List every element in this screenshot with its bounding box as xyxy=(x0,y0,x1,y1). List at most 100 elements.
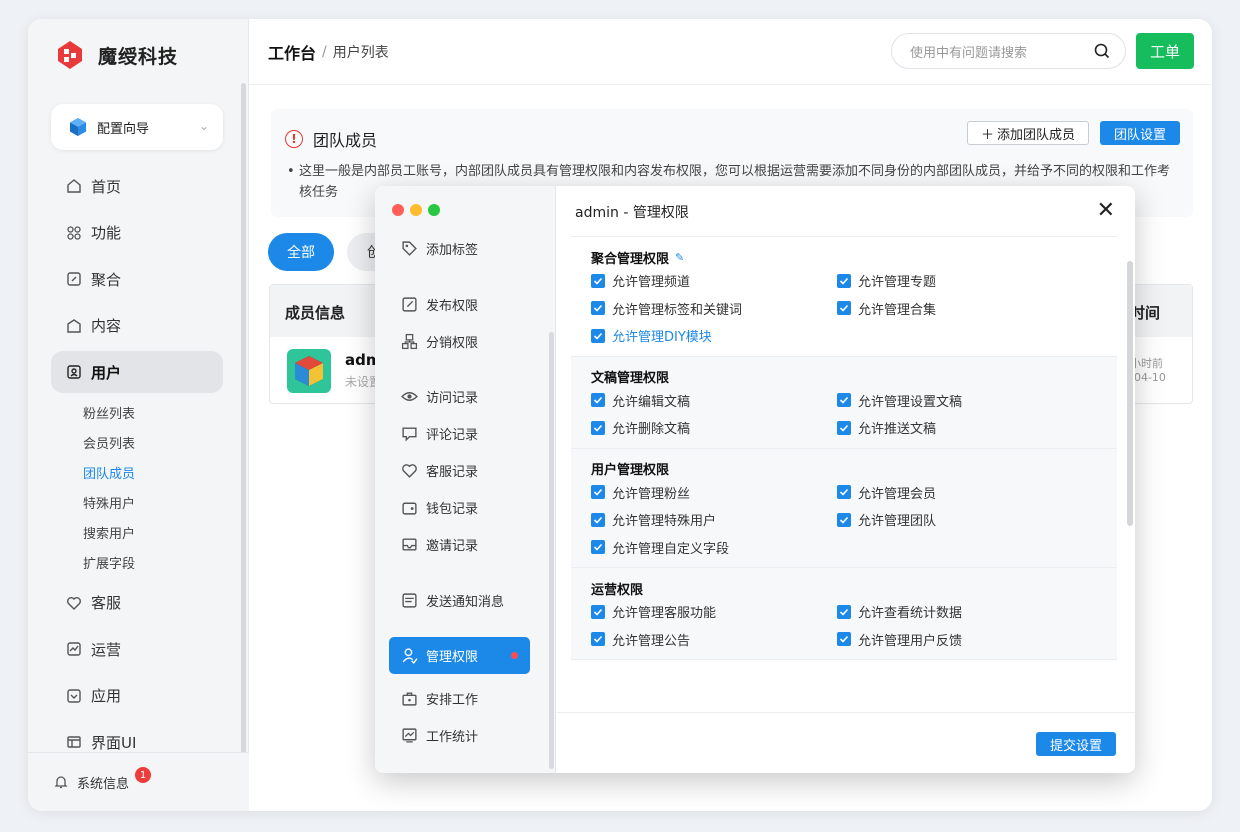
permission-checkbox[interactable]: 允许编辑文稿 xyxy=(591,387,837,415)
permission-grid: 允许编辑文稿 允许管理设置文稿 允许删除文稿 允许推送文稿 xyxy=(591,387,1117,448)
apps-icon xyxy=(65,224,83,242)
permission-checkbox[interactable]: 允许管理粉丝 xyxy=(591,479,837,507)
dialog-menu-add-tag[interactable]: 添加标签 xyxy=(401,236,478,260)
avatar xyxy=(287,349,331,393)
dialog-menu-comments[interactable]: 评论记录 xyxy=(401,421,478,445)
permission-checkbox[interactable]: 允许管理频道 xyxy=(591,267,837,295)
permission-label: 允许管理粉丝 xyxy=(612,486,691,502)
dialog-sidebar-scrollbar[interactable] xyxy=(549,332,554,769)
add-team-member-label: 添加团队成员 xyxy=(997,127,1076,143)
filter-tab-all[interactable]: 全部 xyxy=(268,233,334,271)
dialog-menu-permissions[interactable]: 管理权限 xyxy=(389,637,530,674)
dialog-menu-notify[interactable]: 发送通知消息 xyxy=(401,588,504,612)
sidebar-item-content[interactable]: 内容 xyxy=(51,305,223,347)
dialog-menu-stats[interactable]: 工作统计 xyxy=(401,723,478,747)
submenu-item-search[interactable]: 搜索用户 xyxy=(83,518,223,548)
permission-checkbox[interactable]: 允许管理客服功能 xyxy=(591,598,837,626)
permission-checkbox[interactable]: 允许管理专题 xyxy=(837,267,1083,295)
checkbox-checked-icon xyxy=(837,512,851,527)
sidebar-item-label: 运营 xyxy=(91,640,122,659)
permission-checkbox[interactable]: 允许管理团队 xyxy=(837,506,1083,534)
dialog-menu-service[interactable]: 客服记录 xyxy=(401,458,478,482)
sidebar-item-aggregate[interactable]: 聚合 xyxy=(51,258,223,300)
checkbox-checked-icon xyxy=(837,420,851,435)
dialog-menu-label: 客服记录 xyxy=(426,464,479,480)
minimize-dot-icon[interactable] xyxy=(410,204,422,216)
add-team-member-button[interactable]: ＋ 添加团队成员 xyxy=(967,121,1089,145)
sidebar-item-home[interactable]: 首页 xyxy=(51,165,223,207)
system-info-label: 系统信息 xyxy=(77,776,130,792)
submenu-item-fields[interactable]: 扩展字段 xyxy=(83,548,223,578)
brand-mark-icon xyxy=(58,41,82,69)
dialog-content: admin - 管理权限 ✕ 聚合管理权限 ✎ 允许管理频道 允许管理专题 允许… xyxy=(557,186,1135,773)
sidebar: 魔绶科技 配置向导 ⌄ 首页 功能 聚合 内容 用户 粉丝列表 会员列表 团队成… xyxy=(28,19,249,811)
permission-checkbox[interactable]: 允许删除文稿 xyxy=(591,414,837,442)
dialog-menu-distribution[interactable]: 分销权限 xyxy=(401,329,478,353)
checkbox-checked-icon xyxy=(837,393,851,408)
sidebar-item-features[interactable]: 功能 xyxy=(51,212,223,254)
dialog-menu-publish[interactable]: 发布权限 xyxy=(401,292,478,316)
invite-icon xyxy=(402,537,417,551)
permission-checkbox[interactable]: 允许管理DIY模块 xyxy=(591,322,837,350)
dialog-menu-schedule[interactable]: 安排工作 xyxy=(401,686,478,710)
sidebar-item-users[interactable]: 用户 xyxy=(51,351,223,393)
heart-icon xyxy=(65,594,83,612)
permission-checkbox[interactable]: 允许管理设置文稿 xyxy=(837,387,1083,415)
sidebar-item-label: 首页 xyxy=(91,177,122,196)
heart-icon xyxy=(402,463,417,478)
breadcrumb-root[interactable]: 工作台 xyxy=(268,40,316,64)
permission-checkbox[interactable]: 允许管理合集 xyxy=(837,295,1083,323)
submit-settings-button[interactable]: 提交设置 xyxy=(1036,732,1116,756)
checkbox-checked-icon xyxy=(591,420,605,435)
maximize-dot-icon[interactable] xyxy=(428,204,440,216)
sidebar-item-service[interactable]: 客服 xyxy=(51,582,223,624)
submenu-item-fans[interactable]: 粉丝列表 xyxy=(83,398,223,428)
eye-icon xyxy=(401,391,418,401)
permission-checkbox[interactable]: 允许管理标签和关键词 xyxy=(591,295,837,323)
config-guide-select[interactable]: 配置向导 ⌄ xyxy=(51,104,223,150)
system-info[interactable]: 系统信息 1 xyxy=(28,752,249,811)
search-icon[interactable] xyxy=(1093,42,1111,60)
ticket-button[interactable]: 工单 xyxy=(1136,33,1194,69)
submenu-item-members[interactable]: 会员列表 xyxy=(83,428,223,458)
sidebar-item-operations[interactable]: 运营 xyxy=(51,628,223,670)
sidebar-item-label: 用户 xyxy=(91,363,122,382)
dialog-content-scrollbar[interactable] xyxy=(1127,261,1133,526)
permission-checkbox[interactable]: 允许管理会员 xyxy=(837,479,1083,507)
section-title-text: 聚合管理权限 xyxy=(591,251,670,267)
submenu-item-special[interactable]: 特殊用户 xyxy=(83,488,223,518)
permission-checkbox[interactable]: 允许管理公告 xyxy=(591,626,837,654)
submenu-item-team[interactable]: 团队成员 xyxy=(83,458,223,488)
dialog-menu-wallet[interactable]: 钱包记录 xyxy=(401,495,478,519)
sidebar-scrollbar[interactable] xyxy=(241,83,246,763)
team-settings-button[interactable]: 团队设置 xyxy=(1100,121,1180,145)
permissions-list: 聚合管理权限 ✎ 允许管理频道 允许管理专题 允许管理标签和关键词 允许管理合集… xyxy=(571,236,1117,712)
permission-label: 允许管理合集 xyxy=(858,302,937,318)
pencil-icon[interactable]: ✎ xyxy=(675,251,684,264)
permission-checkbox[interactable]: 允许管理特殊用户 xyxy=(591,506,837,534)
brand-logo[interactable]: 魔绶科技 xyxy=(52,37,178,73)
permission-checkbox[interactable]: 允许管理自定义字段 xyxy=(591,534,837,562)
permission-label: 允许编辑文稿 xyxy=(612,394,691,410)
permission-grid: 允许管理客服功能 允许查看统计数据 允许管理公告 允许管理用户反馈 xyxy=(591,598,1117,659)
dialog-menu-label: 发布权限 xyxy=(426,298,479,314)
sidebar-item-apps[interactable]: 应用 xyxy=(51,675,223,717)
dialog-menu-visits[interactable]: 访问记录 xyxy=(401,384,478,408)
sidebar-item-label: 聚合 xyxy=(91,270,122,289)
chart-icon xyxy=(65,640,83,658)
permission-checkbox[interactable]: 允许推送文稿 xyxy=(837,414,1083,442)
dialog-menu-label: 工作统计 xyxy=(426,729,479,745)
sidebar-nav: 首页 功能 聚合 内容 用户 粉丝列表 会员列表 团队成员 特殊用户 搜索用户 … xyxy=(51,165,223,768)
edit-icon xyxy=(402,296,417,312)
dialog-menu-invites[interactable]: 邀请记录 xyxy=(401,532,478,556)
permission-label: 允许管理设置文稿 xyxy=(858,394,963,410)
close-icon[interactable]: ✕ xyxy=(1097,200,1115,222)
dialog-menu-label: 邀请记录 xyxy=(426,538,479,554)
aggregate-icon xyxy=(65,270,83,288)
permission-checkbox[interactable]: 允许查看统计数据 xyxy=(837,598,1083,626)
checkbox-checked-icon xyxy=(837,273,851,288)
close-dot-icon[interactable] xyxy=(392,204,404,216)
permission-checkbox[interactable]: 允许管理用户反馈 xyxy=(837,626,1083,654)
search-input[interactable]: 使用中有问题请搜索 xyxy=(891,33,1126,69)
checkbox-checked-icon xyxy=(591,540,605,555)
